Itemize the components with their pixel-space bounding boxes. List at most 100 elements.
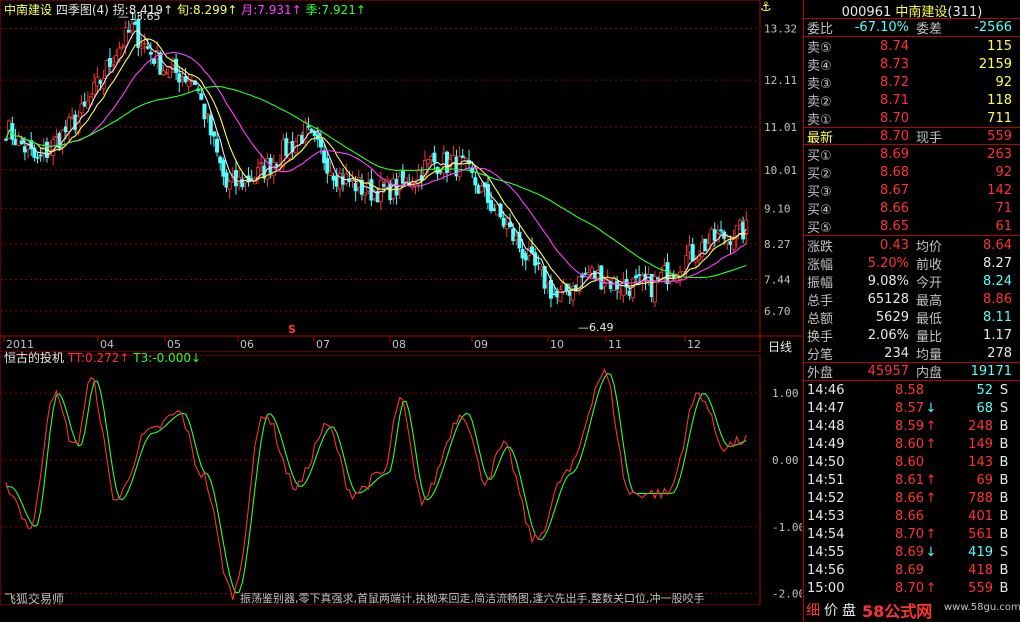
ask-row: 卖⑤ 8.74 115 — [804, 37, 1020, 56]
tick-row[interactable]: 14:53 8.66 401 B — [804, 507, 1020, 525]
candle-body — [381, 184, 386, 187]
tick-volume: 68 — [976, 400, 993, 416]
tick-price: 8.59 — [895, 418, 924, 434]
tick-price: 8.66 — [895, 490, 924, 506]
tick-side: B — [999, 526, 1009, 542]
tick-price: 8.60 — [895, 436, 924, 452]
tick-row[interactable]: 14:55 8.69 ↓ 419 S — [804, 543, 1020, 561]
oscillator-plot-area — [0, 355, 761, 605]
candle-body — [22, 146, 27, 153]
latest-price: 8.70 — [880, 128, 909, 144]
tick-row[interactable]: 14:49 8.60 ↑ 149 B — [804, 435, 1020, 453]
row-label: 卖① — [807, 112, 832, 128]
price-chart[interactable]: 13.3212.1111.0110.019.108.277.446.702011… — [0, 0, 802, 352]
candle-body — [460, 155, 465, 158]
latest-label: 最新 — [807, 130, 834, 146]
period-label[interactable]: 日线 — [768, 338, 792, 355]
candle-body — [152, 58, 157, 64]
candle-body — [668, 278, 673, 282]
candle-body — [16, 135, 21, 146]
ask-row: 卖④ 8.73 2159 — [804, 55, 1020, 74]
tick-volume: 788 — [968, 490, 993, 506]
watermark-logo: 58公式网 — [862, 602, 933, 621]
row-label: 总手 — [807, 293, 834, 309]
ma-legend: 拐:8.419↑ 旬:8.299↑ 月:7.931↑ 季:7.921↑ — [113, 3, 366, 17]
tick-row[interactable]: 14:50 8.60 143 B — [804, 453, 1020, 471]
candle-body — [400, 170, 405, 184]
candle-body — [123, 27, 128, 47]
candle-body — [19, 140, 24, 145]
candle-body — [741, 221, 746, 240]
tick-row[interactable]: 14:51 8.61 ↑ 69 B — [804, 471, 1020, 489]
row-value: 8.73 — [880, 56, 909, 72]
tick-side: B — [999, 562, 1009, 578]
candle-body — [404, 177, 409, 183]
candle-body — [312, 131, 317, 136]
tick-list[interactable]: 14:46 8.58 52 S 14:47 8.57 ↓ 68 S 14:48 8.59 ↑ 248 B 1… — [804, 381, 1020, 597]
tab-detail[interactable]: 细 — [806, 600, 820, 620]
price-axis-label: 13.32 — [764, 22, 797, 35]
row-label: 分笔 — [807, 347, 834, 363]
tick-volume: 418 — [968, 562, 993, 578]
tick-price: 8.66 — [895, 508, 924, 524]
anchor-icon[interactable]: ⚓ — [760, 0, 772, 15]
tick-time: 14:53 — [807, 508, 845, 524]
candle-body — [545, 281, 550, 285]
candle-body — [95, 76, 100, 87]
price-axis-label: 11.01 — [764, 121, 797, 134]
candle-body — [438, 170, 443, 173]
tick-row[interactable]: 14:56 8.69 418 B — [804, 561, 1020, 579]
stat-row: 涨幅 5.20% 前收 8.27 — [804, 254, 1020, 273]
row-value-2: 71 — [995, 200, 1012, 216]
tick-row[interactable]: 14:48 8.59 ↑ 248 B — [804, 417, 1020, 435]
stock-name-label: 中南建设 — [4, 3, 53, 17]
t3-value: T3:-0.000 — [133, 351, 191, 365]
tick-volume: 143 — [968, 454, 993, 470]
candle-body — [79, 103, 84, 114]
tick-row[interactable]: 15:00 8.70 ↑ 559 B — [804, 579, 1020, 597]
tick-row[interactable]: 14:52 8.66 ↑ 788 B — [804, 489, 1020, 507]
tick-row[interactable]: 14:46 8.58 52 S — [804, 381, 1020, 399]
stat-row: 总手 65128 最高 8.86 — [804, 290, 1020, 309]
price-axis-label: 12.11 — [764, 74, 797, 87]
tick-arrow-icon: ↓ — [925, 400, 937, 416]
tab-price[interactable]: 价 — [824, 600, 838, 620]
stat-row: 换手 2.06% 量比 1.17 — [804, 326, 1020, 345]
s-marker: S — [288, 323, 296, 336]
tick-side: B — [999, 454, 1009, 470]
price-axis-label: 7.44 — [764, 273, 791, 286]
tick-volume: 69 — [976, 472, 993, 488]
candle-body — [199, 93, 204, 100]
row-label: 涨幅 — [807, 257, 834, 273]
row-value: 8.71 — [880, 92, 909, 108]
formula-list[interactable]: 振荡鉴别器,零下真强求,首鼠两端计,执拗来回走,简洁流畅图,逢六先出手,整数关口… — [240, 590, 704, 606]
candle-body — [73, 114, 78, 130]
candle-body — [35, 156, 40, 159]
tick-row[interactable]: 14:47 8.57 ↓ 68 S — [804, 399, 1020, 417]
tick-row[interactable]: 14:54 8.70 ↑ 561 B — [804, 525, 1020, 543]
tick-time: 14:54 — [807, 526, 845, 542]
candle-body — [514, 235, 519, 241]
candle-body — [552, 293, 557, 296]
month-label: 12 — [687, 338, 701, 351]
candle-body — [114, 55, 119, 63]
row-value-2: 92 — [995, 164, 1012, 180]
tick-price: 8.70 — [895, 580, 924, 596]
row-label-2: 均价 — [916, 239, 943, 255]
tab-board[interactable]: 盘 — [842, 600, 856, 620]
oscillator-chart[interactable]: 1.00 0.00 -1.00 -2.00 — [0, 355, 802, 605]
candle-body — [690, 244, 695, 262]
price-axis-label: 6.70 — [764, 305, 791, 318]
row-label: 振幅 — [807, 275, 834, 291]
candle-body — [4, 138, 9, 141]
row-label: 卖④ — [807, 58, 832, 74]
row-label: 买① — [807, 148, 832, 164]
candle-body — [637, 274, 642, 277]
candle-body — [432, 152, 437, 163]
ask-row: 卖① 8.70 711 — [804, 109, 1020, 128]
tick-time: 14:50 — [807, 454, 845, 470]
price-axis-label: 8.27 — [764, 238, 791, 251]
row-value: 8.70 — [880, 110, 909, 126]
outer-inner-row: 外盘 45957 内盘 19171 — [804, 363, 1020, 381]
candle-body — [92, 82, 97, 96]
